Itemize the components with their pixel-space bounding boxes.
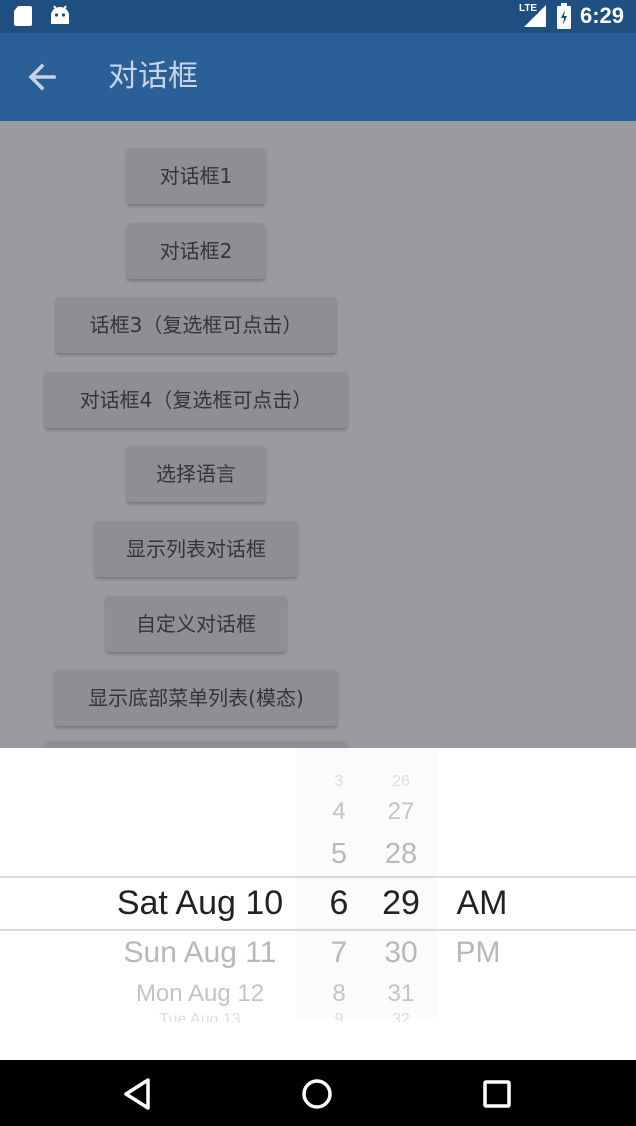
status-bar: LTE 6:29 bbox=[0, 0, 636, 33]
hour-item[interactable]: 5 bbox=[310, 834, 368, 874]
app-toolbar: 对话框 bbox=[0, 33, 636, 121]
battery-icon bbox=[556, 3, 572, 29]
dialog-button-list: 对话框1 对话框2 话框3（复选框可点击） 对话框4（复选框可点击） 选择语言 … bbox=[0, 121, 636, 751]
android-icon bbox=[48, 4, 70, 28]
nav-back-icon[interactable] bbox=[118, 1074, 158, 1114]
minute-item[interactable]: 32 bbox=[370, 1010, 432, 1022]
status-bar-notification-icons bbox=[12, 4, 70, 28]
minute-item[interactable]: 28 bbox=[370, 834, 432, 874]
hour-item[interactable]: 4 bbox=[310, 796, 368, 828]
nav-home-icon[interactable] bbox=[297, 1074, 337, 1114]
ampm-item-selected[interactable]: AM bbox=[448, 880, 516, 926]
date-item[interactable]: Tue Aug 13 bbox=[80, 1010, 320, 1022]
list-dialog-button[interactable]: 显示列表对话框 bbox=[95, 521, 297, 577]
status-time: 6:29 bbox=[579, 3, 624, 28]
select-language-button[interactable]: 选择语言 bbox=[127, 446, 265, 502]
custom-dialog-button[interactable]: 自定义对话框 bbox=[106, 596, 286, 652]
date-time-picker: Sat Aug 10 Sun Aug 11 Mon Aug 12 Tue Aug… bbox=[0, 748, 636, 1060]
dialog-2-button[interactable]: 对话框2 bbox=[127, 223, 265, 279]
status-bar-system-icons: LTE 6:29 bbox=[517, 3, 624, 29]
hour-item-selected[interactable]: 6 bbox=[310, 880, 368, 926]
bottom-menu-list-button[interactable]: 显示底部菜单列表(模态) bbox=[55, 670, 337, 726]
network-type-label: LTE bbox=[517, 3, 539, 14]
hour-item[interactable]: 9 bbox=[310, 1010, 368, 1022]
nav-recents-icon[interactable] bbox=[477, 1074, 517, 1114]
date-item-selected[interactable]: Sat Aug 10 bbox=[80, 880, 320, 926]
dialog-1-button[interactable]: 对话框1 bbox=[127, 148, 265, 204]
date-item[interactable]: Mon Aug 12 bbox=[80, 978, 320, 1010]
picker-selection-top-line bbox=[0, 876, 636, 878]
picker-selection-bottom-line bbox=[0, 929, 636, 931]
minute-item[interactable]: 30 bbox=[370, 933, 432, 973]
hour-item[interactable]: 3 bbox=[310, 774, 368, 788]
date-item[interactable]: Sun Aug 11 bbox=[80, 933, 320, 973]
minute-item[interactable]: 26 bbox=[370, 774, 432, 788]
hour-item[interactable]: 7 bbox=[310, 933, 368, 973]
page-title: 对话框 bbox=[108, 59, 198, 94]
ampm-item[interactable]: PM bbox=[444, 933, 512, 973]
hour-item[interactable]: 8 bbox=[310, 978, 368, 1010]
minute-item-selected[interactable]: 29 bbox=[370, 880, 432, 926]
lte-signal-icon: LTE bbox=[517, 3, 548, 29]
dialog-4-button[interactable]: 对话框4（复选框可点击） bbox=[45, 372, 347, 428]
dialog-3-button[interactable]: 话框3（复选框可点击） bbox=[56, 297, 336, 353]
arrow-back-icon[interactable] bbox=[24, 59, 58, 95]
minute-item[interactable]: 27 bbox=[370, 796, 432, 828]
minute-item[interactable]: 31 bbox=[370, 978, 432, 1010]
system-navigation-bar bbox=[0, 1060, 636, 1126]
sd-card-icon bbox=[12, 4, 34, 28]
